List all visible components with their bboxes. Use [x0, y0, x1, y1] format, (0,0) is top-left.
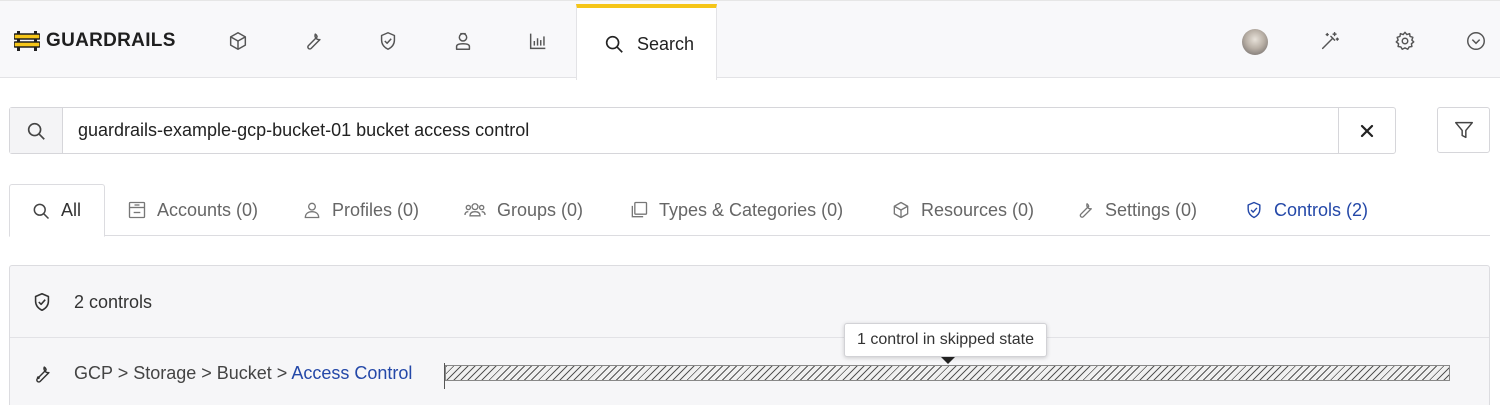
- cube-icon: [891, 200, 911, 220]
- tab-profiles[interactable]: Profiles (0): [302, 184, 419, 236]
- breadcrumb-separator: >: [271, 363, 292, 383]
- control-type-breadcrumb: GCP > Storage > Bucket > Access Control: [74, 363, 412, 384]
- user-icon[interactable]: [451, 29, 475, 53]
- tab-label: Resources (0): [921, 199, 1035, 220]
- guardrails-logo-icon: [14, 31, 40, 51]
- tab-all[interactable]: All: [9, 184, 105, 237]
- search-tab-label: Search: [637, 33, 695, 54]
- tab-settings[interactable]: Settings (0): [1075, 184, 1197, 236]
- shield-check-icon[interactable]: [376, 29, 400, 53]
- search-icon: [605, 35, 623, 53]
- tab-label: Types & Categories (0): [659, 199, 844, 220]
- breadcrumb-segment: Bucket: [216, 363, 272, 383]
- breadcrumb-segment: GCP: [74, 363, 113, 383]
- breadcrumb-separator: >: [112, 363, 134, 383]
- tab-label: Profiles (0): [332, 199, 420, 220]
- filter-button[interactable]: [1437, 107, 1490, 153]
- tab-groups[interactable]: Groups (0): [463, 184, 583, 236]
- copy-icon: [629, 200, 649, 220]
- top-navigation: GUARDRAILS Search: [0, 0, 1500, 80]
- magic-wand-icon[interactable]: [1318, 29, 1342, 53]
- avatar[interactable]: [1242, 29, 1268, 55]
- results-summary: 2 controls: [10, 266, 1489, 338]
- search-bar: [9, 107, 1396, 154]
- shield-check-icon: [1244, 200, 1264, 220]
- tab-types-categories[interactable]: Types & Categories (0): [629, 184, 843, 236]
- tab-accounts[interactable]: Accounts (0): [127, 184, 258, 236]
- tab-label: Controls (2): [1274, 199, 1369, 220]
- breadcrumb-segment: Storage: [133, 363, 197, 383]
- users-icon: [463, 200, 487, 220]
- chevron-down-circle-icon[interactable]: [1464, 29, 1488, 53]
- tab-label: All: [61, 200, 82, 220]
- control-type-link[interactable]: Access Control: [291, 363, 412, 383]
- controls-results-panel: 2 controls GCP > Storage > Bucket > Acce…: [9, 265, 1490, 405]
- search-icon: [10, 108, 63, 153]
- control-row: GCP > Storage > Bucket > Access Control …: [10, 323, 1489, 405]
- result-tabs: All Accounts (0) Profiles (0) Groups (0)…: [9, 184, 1490, 237]
- tab-label: Groups (0): [497, 199, 584, 220]
- close-icon: [1360, 124, 1374, 137]
- wrench-icon: [31, 363, 53, 385]
- tab-search[interactable]: Search: [576, 4, 717, 80]
- state-tooltip: 1 control in skipped state: [844, 323, 1047, 357]
- controls-count: 2 controls: [74, 292, 153, 312]
- tab-resources[interactable]: Resources (0): [891, 184, 1034, 236]
- brand-name: GUARDRAILS: [46, 30, 176, 51]
- wrench-icon: [1075, 200, 1095, 220]
- chart-icon[interactable]: [526, 29, 550, 53]
- tab-label: Accounts (0): [157, 199, 259, 220]
- account-icon: [127, 200, 147, 220]
- guardrails-logo[interactable]: GUARDRAILS: [14, 29, 176, 53]
- tab-controls[interactable]: Controls (2): [1244, 184, 1368, 236]
- tooltip-arrow: [941, 357, 955, 364]
- gear-icon[interactable]: [1393, 29, 1417, 53]
- wrench-icon[interactable]: [301, 29, 325, 53]
- skipped-state-bar[interactable]: [445, 365, 1450, 381]
- breadcrumb-separator: >: [196, 363, 217, 383]
- tab-label: Settings (0): [1105, 199, 1198, 220]
- user-icon: [302, 200, 322, 220]
- cube-icon[interactable]: [226, 29, 250, 53]
- filter-icon: [1454, 121, 1473, 139]
- shield-check-icon: [31, 291, 53, 313]
- clear-search-button[interactable]: [1338, 108, 1395, 153]
- search-icon: [31, 201, 51, 221]
- search-input[interactable]: [78, 108, 1328, 153]
